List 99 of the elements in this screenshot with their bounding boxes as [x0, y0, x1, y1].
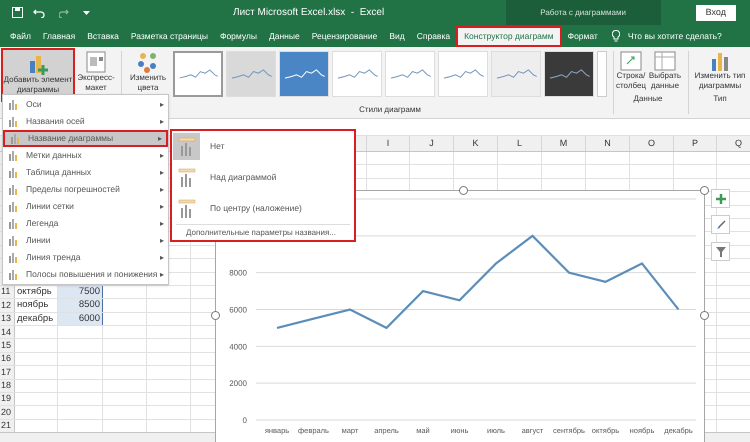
table-cell-text: 7500	[78, 284, 100, 299]
table-cell-text: октябрь	[16, 284, 52, 299]
chart-element-icon	[8, 184, 19, 195]
table-cell-text: 8500	[78, 298, 100, 312]
axis-tick-label: 8000	[229, 268, 247, 278]
table-cell-text: 6000	[78, 312, 100, 326]
chart-title-icon	[176, 168, 196, 188]
submenu-arrow: ▸	[158, 132, 162, 144]
submenu-arrow: ▸	[160, 218, 164, 230]
switch-row-column-button[interactable]: Строка/ столбец	[614, 47, 648, 91]
menu-item[interactable]: Линии ▸	[3, 232, 168, 249]
chart-element-icon	[8, 269, 19, 280]
ribbon-tab[interactable]: Формат	[562, 26, 604, 47]
axis-tick-label: 6000	[229, 306, 247, 314]
menu-item[interactable]: Метки данных ▸	[3, 147, 168, 164]
chart-filter-button[interactable]	[711, 242, 730, 261]
chart-element-icon	[8, 218, 19, 229]
column-header[interactable]: K	[472, 136, 478, 150]
filter-icon	[716, 246, 726, 256]
column-header[interactable]: O	[648, 136, 655, 150]
chart-element-icon	[10, 133, 21, 144]
table-cell-text: ноябрь	[16, 298, 48, 312]
layout-icon	[85, 51, 107, 73]
chart-style-thumbnail[interactable]	[173, 51, 223, 97]
ribbon-tab[interactable]: Разметка страницы	[124, 26, 214, 47]
color-dots-icon	[137, 51, 159, 73]
group-label: Тип	[713, 94, 727, 104]
axis-tick-label: 0	[242, 416, 247, 425]
column-header[interactable]: M	[560, 136, 568, 150]
chart-element-icon	[8, 150, 19, 161]
column-header[interactable]: P	[692, 136, 698, 150]
table-cell-text: декабрь	[16, 312, 54, 326]
submenu-arrow: ▸	[160, 234, 164, 246]
chart-element-icon	[8, 167, 19, 178]
menu-item[interactable]: Название диаграммы ▸	[3, 130, 168, 147]
submenu-arrow: ▸	[160, 98, 164, 110]
submenu-arrow: ▸	[160, 252, 164, 264]
menu-item[interactable]: Линии сетки ▸	[3, 198, 168, 215]
undo-icon[interactable]	[33, 8, 45, 18]
column-header[interactable]: N	[604, 136, 611, 150]
table-chart-icon	[654, 51, 676, 71]
ribbon-tab[interactable]: Конструктор диаграмм	[456, 26, 562, 47]
chart-element-icon	[8, 201, 19, 212]
menu-item[interactable]: Таблица данных ▸	[3, 164, 168, 181]
ribbon-tab[interactable]: Файл	[4, 26, 37, 47]
plus-icon	[716, 194, 726, 204]
chart-element-icon	[8, 235, 19, 246]
menu-item[interactable]: Легенда ▸	[3, 215, 168, 232]
context-tab-label: Работа с диаграммами	[540, 6, 626, 18]
brush-icon	[716, 220, 726, 230]
submenu-arrow: ▸	[160, 150, 164, 162]
add-element-button[interactable]	[711, 189, 730, 208]
change-chart-type-button[interactable]: Изменить тип диаграммы	[691, 47, 749, 91]
sign-in-button[interactable]: Вход	[696, 4, 736, 20]
ribbon-tab[interactable]: Данные	[262, 26, 306, 47]
window-title: Лист Microsoft Excel.xlsx - Excel	[233, 6, 384, 20]
submenu-arrow: ▸	[160, 200, 164, 212]
chart-element-icon	[8, 99, 19, 110]
submenu-arrow: ▸	[160, 184, 164, 196]
menu-item[interactable]: Пределы погрешностей ▸	[3, 181, 168, 198]
submenu-arrow: ▸	[160, 116, 164, 128]
gallery-scrollbar[interactable]	[597, 51, 607, 97]
column-header[interactable]: I	[386, 136, 390, 150]
resize-handle[interactable]	[700, 186, 709, 195]
tell-me-field[interactable]: Что вы хотите сделать?	[628, 26, 722, 47]
lightbulb-icon	[612, 30, 620, 42]
column-header[interactable]: L	[516, 136, 522, 150]
resize-handle[interactable]	[211, 311, 220, 320]
column-header[interactable]: J	[429, 136, 434, 150]
ribbon-tab[interactable]: Вставка	[81, 26, 125, 47]
table-arrows-icon	[620, 51, 642, 71]
select-data-button[interactable]: Выбрать данные	[648, 47, 682, 91]
bar-chart-icon	[710, 51, 730, 71]
save-icon[interactable]	[12, 7, 23, 18]
chart-element-icon	[8, 116, 19, 127]
chart-styles-button[interactable]	[711, 215, 730, 234]
column-header[interactable]: Q	[734, 136, 742, 150]
submenu-arrow: ▸	[160, 166, 164, 178]
chart-title-icon	[176, 136, 196, 156]
ribbon-tab[interactable]: Главная	[36, 26, 82, 47]
axis-tick-label: 4000	[229, 342, 247, 352]
chart-title-icon	[176, 198, 196, 218]
ribbon-tab[interactable]: Рецензирование	[306, 26, 384, 47]
chart-bars-plus-icon	[27, 53, 49, 75]
resize-handle[interactable]	[459, 186, 468, 195]
axis-tick-label: 2000	[229, 379, 247, 388]
ribbon-tab[interactable]: Справка	[410, 26, 456, 47]
chart-element-icon	[8, 252, 19, 263]
menu-item[interactable]: Названия осей ▸	[3, 113, 168, 130]
menu-option[interactable]: Нет	[172, 131, 354, 162]
group-label: Стили диаграмм	[359, 105, 421, 115]
ribbon-tab[interactable]: Вид	[383, 26, 411, 47]
group-label: Данные	[634, 94, 662, 104]
submenu-arrow: ▸	[160, 268, 164, 280]
ribbon-tab[interactable]: Формулы	[214, 26, 263, 47]
menu-item[interactable]: Полосы повышения и понижения ▸	[3, 266, 168, 283]
menu-option[interactable]: Над диаграммой	[172, 162, 354, 193]
dropdown-caret-icon[interactable]	[83, 10, 90, 16]
menu-item[interactable]: Линия тренда ▸	[3, 249, 168, 266]
